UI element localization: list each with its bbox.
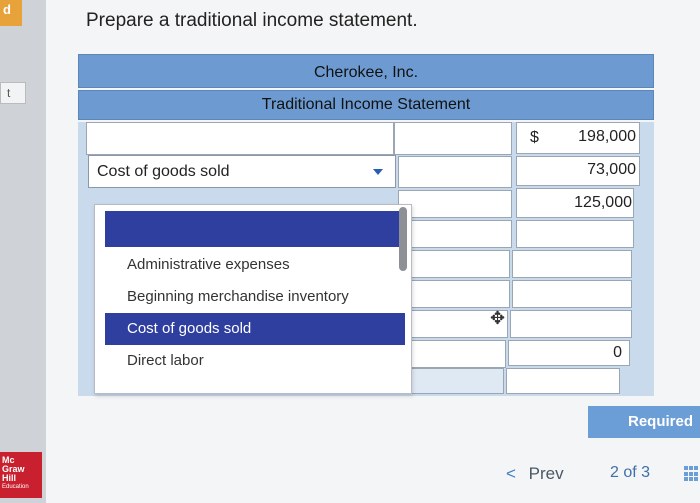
middle-input-row-4[interactable] [410,220,512,248]
chevron-left-icon: < [506,464,516,483]
grid-icon[interactable] [684,466,698,482]
amount-input-row-9[interactable] [506,368,620,394]
required-button[interactable]: Required [588,406,700,438]
logo-line: Hill [2,473,17,483]
logo-line: Education [2,484,29,490]
page-sep: of [623,464,637,481]
rail-tab[interactable]: d [0,0,22,26]
caret-down-icon[interactable] [373,169,383,175]
middle-input-row-2[interactable] [398,156,512,188]
left-rail: d t Mc Graw Hill Education [0,0,46,503]
middle-input-row-8[interactable] [410,340,506,368]
amount-input-row-5[interactable] [512,250,632,278]
prev-button[interactable]: < Prev [506,464,564,484]
middle-input-row-1[interactable] [394,122,512,155]
question-prompt: Prepare a traditional income statement. [86,10,418,31]
dropdown-option[interactable]: Administrative expenses [105,249,405,281]
move-cursor-icon: ✥ [490,308,506,328]
amount-value: 0 [613,344,622,361]
amount-value: 198,000 [578,128,636,145]
select-value: Cost of goods sold [97,163,230,180]
dropdown-option-selected[interactable]: Cost of goods sold [105,313,405,345]
page-total: 3 [641,464,651,481]
rail-tab-secondary[interactable]: t [0,82,26,104]
line-item-dropdown[interactable]: Administrative expenses Beginning mercha… [94,204,412,394]
line-item-select[interactable]: Cost of goods sold [88,155,396,188]
statement-title: Traditional Income Statement [78,90,654,120]
middle-input-row-5[interactable] [410,250,510,278]
dropdown-option[interactable]: Beginning merchandise inventory [105,281,405,313]
page-current: 2 [610,464,619,481]
middle-input-row-9[interactable] [410,368,504,394]
dropdown-scrollbar[interactable] [399,207,407,271]
prev-label: Prev [528,464,564,483]
amount-value: 125,000 [574,194,632,211]
amount-value: 73,000 [587,161,636,178]
mcgraw-hill-logo: Mc Graw Hill Education [0,452,42,498]
label-input-row-1[interactable] [86,122,394,155]
company-name: Cherokee, Inc. [78,54,654,88]
amount-input-row-4[interactable] [516,220,634,248]
amount-input-row-7[interactable] [510,310,632,338]
middle-input-row-3[interactable] [398,190,512,218]
page-indicator[interactable]: 2 of 3 [610,464,650,482]
dollar-sign: $ [530,129,539,146]
dropdown-option[interactable]: Direct labor [105,345,405,377]
dropdown-option-blank[interactable] [105,211,405,247]
middle-input-row-6[interactable] [410,280,510,308]
amount-input-row-6[interactable] [512,280,632,308]
